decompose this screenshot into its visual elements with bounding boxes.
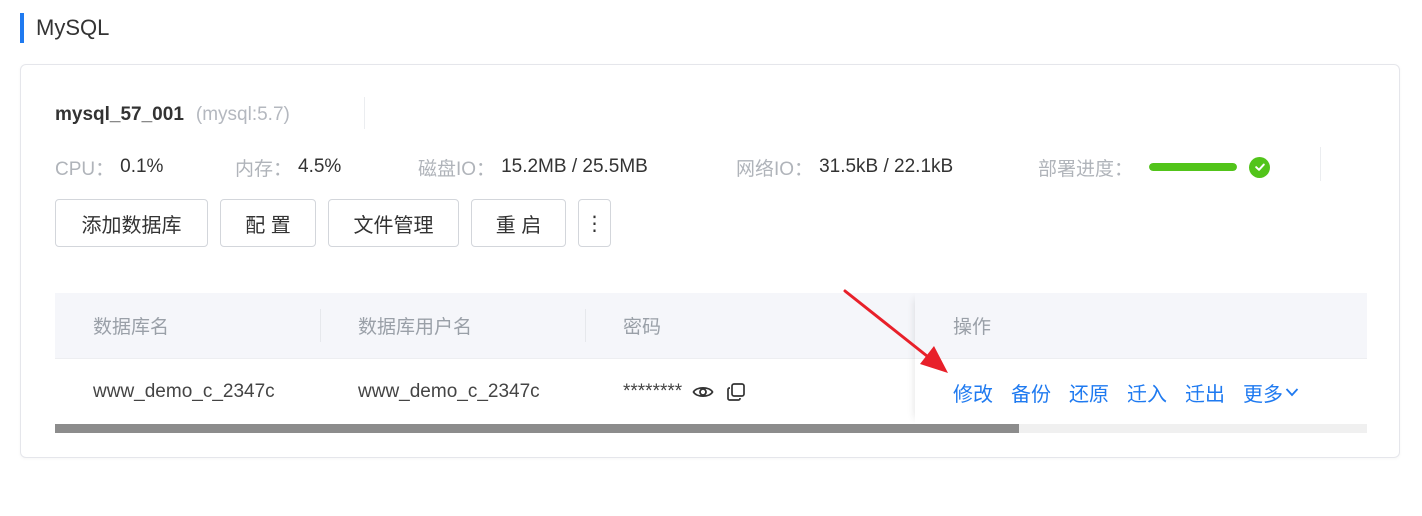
operations-header: 操作	[915, 293, 1367, 358]
scrollbar-thumb[interactable]	[55, 424, 1020, 433]
database-table: 数据库名 数据库用户名 密码 www_demo_c_2347c www_demo…	[55, 293, 1367, 435]
restore-link[interactable]: 还原	[1069, 378, 1109, 407]
stat-cpu-label: CPU：	[55, 158, 115, 180]
eye-icon[interactable]	[692, 384, 714, 400]
chevron-down-icon	[1285, 388, 1299, 397]
config-button[interactable]: 配 置	[220, 199, 316, 247]
add-database-button[interactable]: 添加数据库	[55, 199, 208, 247]
stat-deploy-label: 部署进度：	[1038, 158, 1134, 180]
backup-link[interactable]: 备份	[1011, 378, 1051, 407]
stats-row: CPU： 0.1% 内存： 4.5% 磁盘IO： 15.2MB / 25.5MB…	[55, 151, 1271, 183]
operations-cell: 修改 备份 还原 迁入 迁出 更多	[915, 358, 1367, 424]
header-divider	[364, 97, 365, 129]
stat-disk-io: 磁盘IO： 15.2MB / 25.5MB	[418, 154, 736, 181]
stat-deploy-progress: 部署进度：	[1038, 154, 1271, 181]
section-header: MySQL	[20, 12, 109, 44]
stat-memory-value: 4.5%	[298, 156, 342, 177]
instance-card: mysql_57_001 (mysql:5.7) CPU： 0.1% 内存： 4…	[20, 64, 1400, 458]
progress-track	[1149, 163, 1238, 171]
cell-db-user: www_demo_c_2347c	[358, 381, 540, 402]
column-separator	[585, 309, 586, 342]
action-links: 修改 备份 还原 迁入 迁出 更多	[953, 359, 1317, 425]
stat-disk-io-label: 磁盘IO：	[418, 158, 496, 180]
more-label: 更多	[1243, 383, 1283, 406]
operations-column: 操作 修改 备份 还原 迁入 迁出 更多	[915, 293, 1367, 424]
column-header-db-user: 数据库用户名	[358, 317, 473, 338]
section-accent-bar	[20, 13, 24, 43]
more-dropdown[interactable]: 更多	[1243, 378, 1299, 407]
kebab-menu-icon[interactable]: ⋮	[578, 199, 611, 247]
stat-network-io: 网络IO： 31.5kB / 22.1kB	[736, 154, 1038, 181]
stat-disk-io-value: 15.2MB / 25.5MB	[501, 156, 648, 177]
restart-button[interactable]: 重 启	[471, 199, 566, 247]
instance-header: mysql_57_001 (mysql:5.7)	[55, 101, 290, 129]
column-header-operations: 操作	[953, 317, 992, 338]
action-buttons: 添加数据库 配 置 文件管理 重 启 ⋮	[55, 199, 623, 247]
stat-memory-label: 内存：	[235, 158, 293, 180]
stat-cpu-value: 0.1%	[120, 156, 164, 177]
instance-name: mysql_57_001	[55, 104, 184, 125]
edit-link[interactable]: 修改	[953, 378, 993, 407]
cell-db-name: www_demo_c_2347c	[93, 381, 275, 402]
stats-divider	[1320, 147, 1321, 181]
cell-password: ********	[623, 359, 746, 425]
export-link[interactable]: 迁出	[1185, 378, 1225, 407]
stat-network-io-value: 31.5kB / 22.1kB	[819, 156, 954, 177]
horizontal-scrollbar[interactable]	[55, 424, 1367, 433]
stat-memory: 内存： 4.5%	[235, 154, 418, 181]
copy-icon[interactable]	[726, 382, 746, 402]
progress-fill	[1149, 163, 1238, 171]
instance-version: (mysql:5.7)	[195, 104, 290, 125]
import-link[interactable]: 迁入	[1127, 378, 1167, 407]
check-circle-icon	[1249, 156, 1271, 178]
column-separator	[320, 309, 321, 342]
section-title: MySQL	[36, 15, 110, 40]
stat-cpu: CPU： 0.1%	[55, 154, 235, 181]
deploy-progress-bar	[1149, 156, 1271, 178]
password-masked: ********	[623, 381, 683, 402]
column-header-db-name: 数据库名	[93, 317, 170, 338]
file-management-button[interactable]: 文件管理	[328, 199, 459, 247]
stat-network-io-label: 网络IO：	[736, 158, 814, 180]
column-header-password: 密码	[623, 317, 662, 338]
